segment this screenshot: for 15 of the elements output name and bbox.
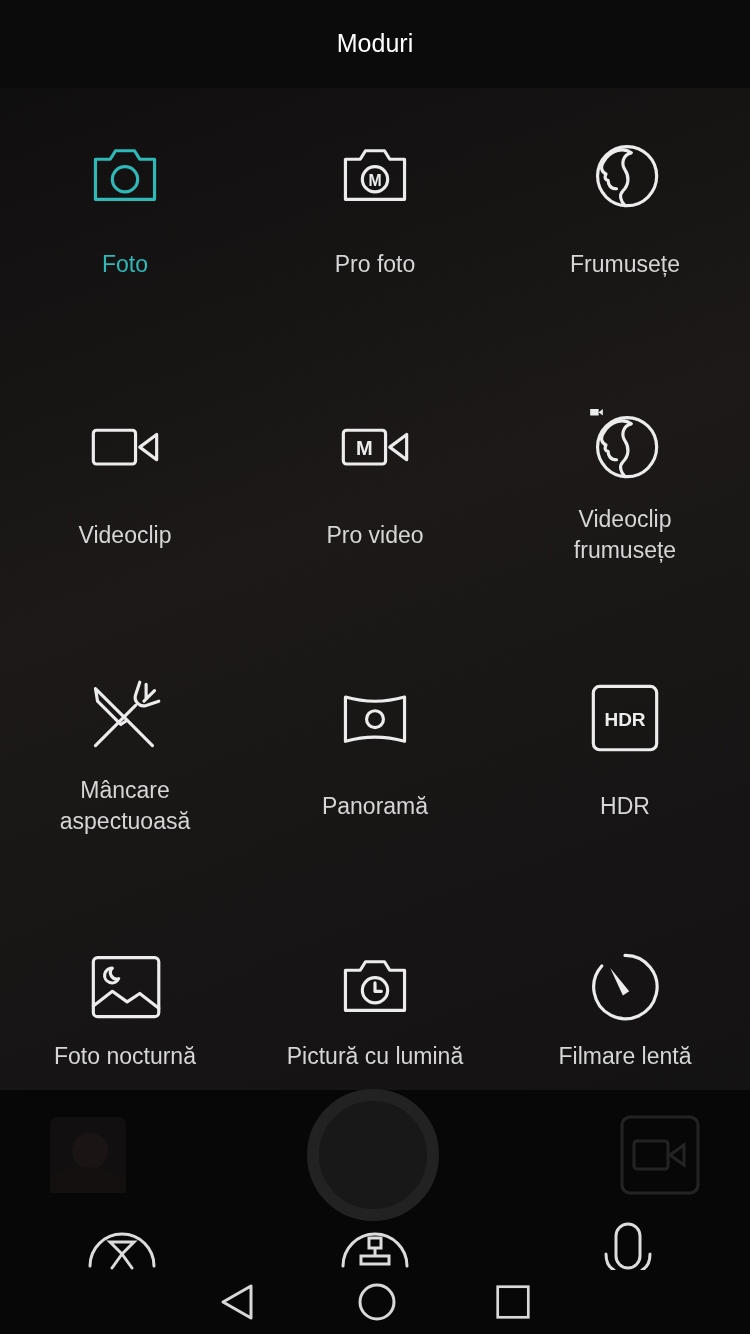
screen-title: Moduri — [336, 28, 414, 60]
mode-option[interactable]: Foto nocturnă — [54, 1041, 196, 1072]
mode-option[interactable]: Panoramă — [321, 790, 429, 822]
mode-option[interactable]: Filmare lentă — [558, 1041, 692, 1072]
home-icon[interactable] — [357, 1282, 397, 1322]
mode-option[interactable]: Foto — [102, 248, 148, 280]
recents-icon[interactable] — [495, 1284, 531, 1320]
mode-option[interactable]: Frumusețe — [570, 248, 680, 280]
mode-option[interactable]: Videoclip frumusețe — [530, 504, 720, 566]
mode-option[interactable]: HDR — [600, 790, 650, 822]
mode-option[interactable]: Pro foto — [334, 248, 416, 280]
mode-option[interactable]: Pictură cu lumină — [286, 1041, 464, 1072]
mode-option[interactable]: Videoclip — [78, 519, 172, 551]
mode-option[interactable]: Mâncare aspectuoasă — [30, 775, 220, 837]
mode-option[interactable]: Pro video — [326, 519, 424, 551]
